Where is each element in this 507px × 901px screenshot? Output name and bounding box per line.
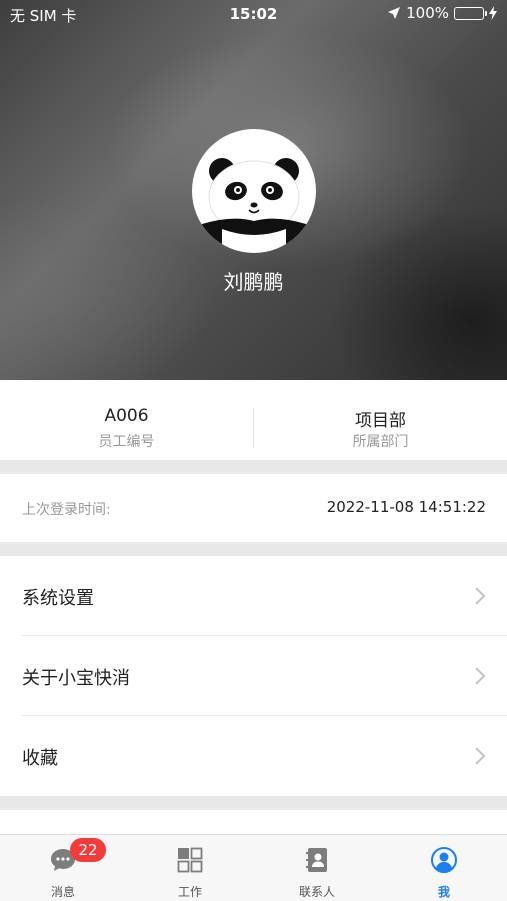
menu-item-about[interactable]: 关于小宝快消 bbox=[0, 636, 507, 716]
employee-id-cell: A006 员工编号 bbox=[0, 380, 253, 460]
section-gap bbox=[0, 796, 507, 810]
chevron-right-icon bbox=[475, 747, 486, 765]
section-gap bbox=[0, 460, 507, 474]
employee-id-label: 员工编号 bbox=[98, 434, 155, 450]
tab-label: 消息 bbox=[50, 885, 75, 899]
contacts-icon bbox=[306, 848, 327, 872]
unread-badge: 22 bbox=[70, 838, 106, 862]
department-cell: 项目部 所属部门 bbox=[254, 380, 507, 460]
last-login-row: 上次登录时间: 2022-11-08 14:51:22 bbox=[0, 474, 507, 542]
user-icon bbox=[431, 847, 457, 873]
chevron-right-icon bbox=[475, 667, 486, 685]
section-gap bbox=[0, 542, 507, 556]
menu-item-label: 系统设置 bbox=[22, 588, 94, 609]
battery-percent: 100% bbox=[406, 4, 449, 22]
battery-icon bbox=[454, 6, 487, 20]
last-login-value: 2022-11-08 14:51:22 bbox=[326, 498, 486, 516]
avatar[interactable] bbox=[192, 129, 316, 253]
tab-label: 我 bbox=[437, 885, 450, 899]
grid-icon bbox=[177, 847, 203, 873]
tab-contacts[interactable]: 联系人 bbox=[254, 835, 380, 901]
menu-item-settings[interactable]: 系统设置 bbox=[0, 556, 507, 636]
department-value: 项目部 bbox=[355, 411, 406, 431]
menu-item-favorites[interactable]: 收藏 bbox=[0, 716, 507, 796]
tab-messages[interactable]: 22 消息 bbox=[0, 835, 126, 901]
charging-bolt-icon bbox=[489, 6, 497, 20]
last-login-label: 上次登录时间: bbox=[22, 502, 111, 518]
department-label: 所属部门 bbox=[352, 434, 409, 450]
employee-id-value: A006 bbox=[104, 406, 149, 426]
location-arrow-icon bbox=[388, 7, 401, 19]
tab-label: 联系人 bbox=[298, 885, 335, 899]
menu-item-label: 收藏 bbox=[22, 748, 58, 769]
tab-bar: 22 消息 工作 联系人 我 bbox=[0, 834, 507, 901]
tab-work[interactable]: 工作 bbox=[127, 835, 253, 901]
status-bar: 无 SIM 卡 15:02 100% bbox=[0, 0, 507, 30]
status-right: 100% bbox=[387, 4, 497, 22]
tab-me[interactable]: 我 bbox=[381, 835, 507, 901]
profile-header: 无 SIM 卡 15:02 100% 刘鹏鹏 bbox=[0, 0, 507, 380]
content-footer bbox=[0, 810, 507, 834]
user-name: 刘鹏鹏 bbox=[223, 270, 284, 294]
menu-item-label: 关于小宝快消 bbox=[22, 668, 130, 689]
employee-info: A006 员工编号 项目部 所属部门 bbox=[0, 380, 507, 460]
tab-label: 工作 bbox=[177, 885, 202, 899]
panda-avatar-icon bbox=[202, 158, 306, 253]
chevron-right-icon bbox=[475, 587, 486, 605]
